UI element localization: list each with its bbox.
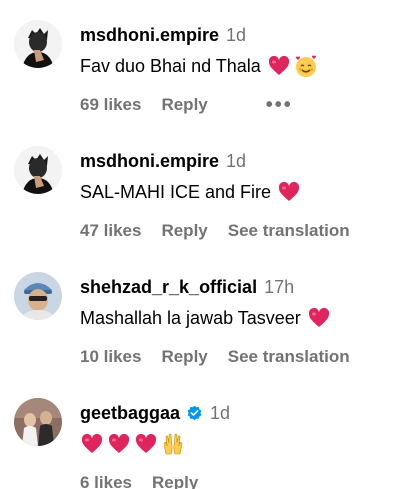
reply-button[interactable]: Reply — [161, 221, 207, 241]
likes-count[interactable]: 69 likes — [80, 95, 141, 115]
username[interactable]: msdhoni.empire — [80, 25, 219, 46]
avatar[interactable] — [14, 398, 62, 446]
username[interactable]: shehzad_r_k_official — [80, 277, 257, 298]
timestamp: 1d — [226, 24, 247, 45]
comment-text: Mashallah la jawab Tasveer — [80, 308, 301, 328]
timestamp: 1d — [226, 150, 247, 171]
username[interactable]: geetbaggaa — [80, 403, 180, 424]
verified-badge-icon — [186, 405, 203, 422]
comment-text: SAL-MAHI ICE and Fire — [80, 182, 272, 202]
user-photo-icon — [14, 398, 62, 446]
red-heart-emoji-icon — [107, 432, 131, 456]
raising-hands-emoji-icon — [161, 432, 185, 456]
timestamp: 1d — [210, 402, 231, 423]
comment-item: msdhoni.empire 1d SAL-MAHI ICE and Fire … — [0, 126, 403, 252]
likes-count[interactable]: 6 likes — [80, 473, 132, 489]
user-photo-icon — [14, 20, 62, 68]
avatar[interactable] — [14, 20, 62, 68]
red-heart-emoji-icon — [134, 432, 158, 456]
likes-count[interactable]: 47 likes — [80, 221, 141, 241]
user-photo-icon — [14, 146, 62, 194]
comment-item: shehzad_r_k_official 17h Mashallah la ja… — [0, 252, 403, 378]
avatar[interactable] — [14, 146, 62, 194]
likes-count[interactable]: 10 likes — [80, 347, 141, 367]
reply-button[interactable]: Reply — [161, 347, 207, 367]
reply-button[interactable]: Reply — [161, 95, 207, 115]
red-heart-emoji-icon — [307, 306, 331, 330]
comment-item: geetbaggaa 1d 6 likes Reply — [0, 378, 403, 489]
see-translation-link[interactable]: See translation — [228, 221, 350, 241]
smiling-face-with-hearts-emoji-icon — [294, 54, 318, 78]
more-options-icon[interactable]: ••• — [266, 95, 293, 115]
red-heart-emoji-icon — [277, 180, 301, 204]
comment-item: msdhoni.empire 1d Fav duo Bhai nd Thala — [0, 0, 403, 126]
avatar[interactable] — [14, 272, 62, 320]
red-heart-emoji-icon — [267, 54, 291, 78]
comment-text: Fav duo Bhai nd Thala — [80, 56, 261, 76]
see-translation-link[interactable]: See translation — [228, 347, 350, 367]
user-photo-icon — [14, 272, 62, 320]
username[interactable]: msdhoni.empire — [80, 151, 219, 172]
timestamp: 17h — [264, 276, 295, 297]
red-heart-emoji-icon — [80, 432, 104, 456]
reply-button[interactable]: Reply — [152, 473, 198, 489]
